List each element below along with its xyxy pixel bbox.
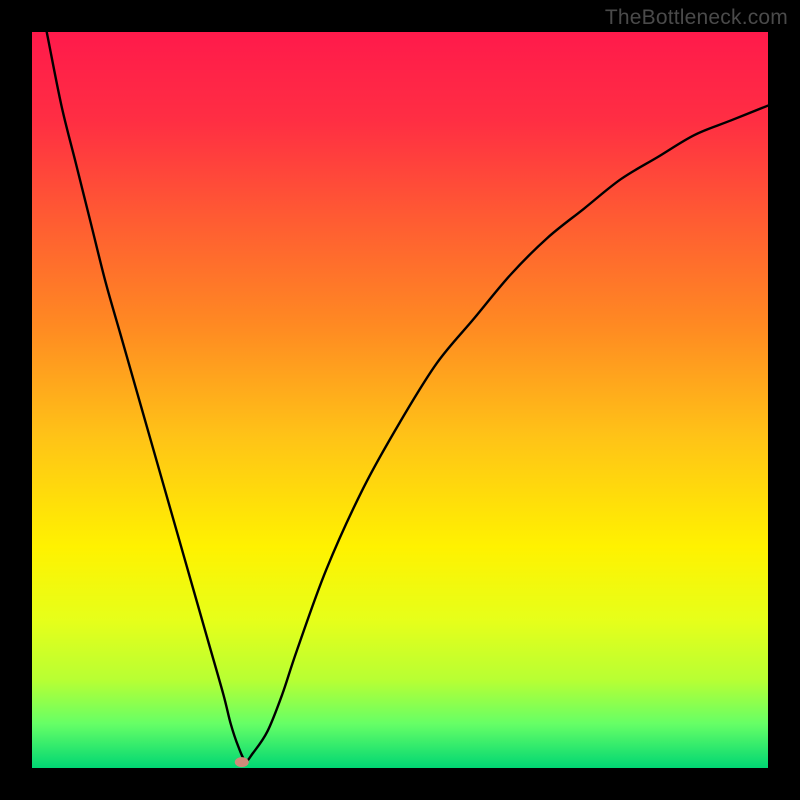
watermark-text: TheBottleneck.com — [605, 6, 788, 30]
optimal-marker — [235, 757, 249, 767]
chart-frame: TheBottleneck.com — [0, 0, 800, 800]
chart-plot — [32, 32, 768, 768]
gradient-background — [32, 32, 768, 768]
chart-svg — [32, 32, 768, 768]
